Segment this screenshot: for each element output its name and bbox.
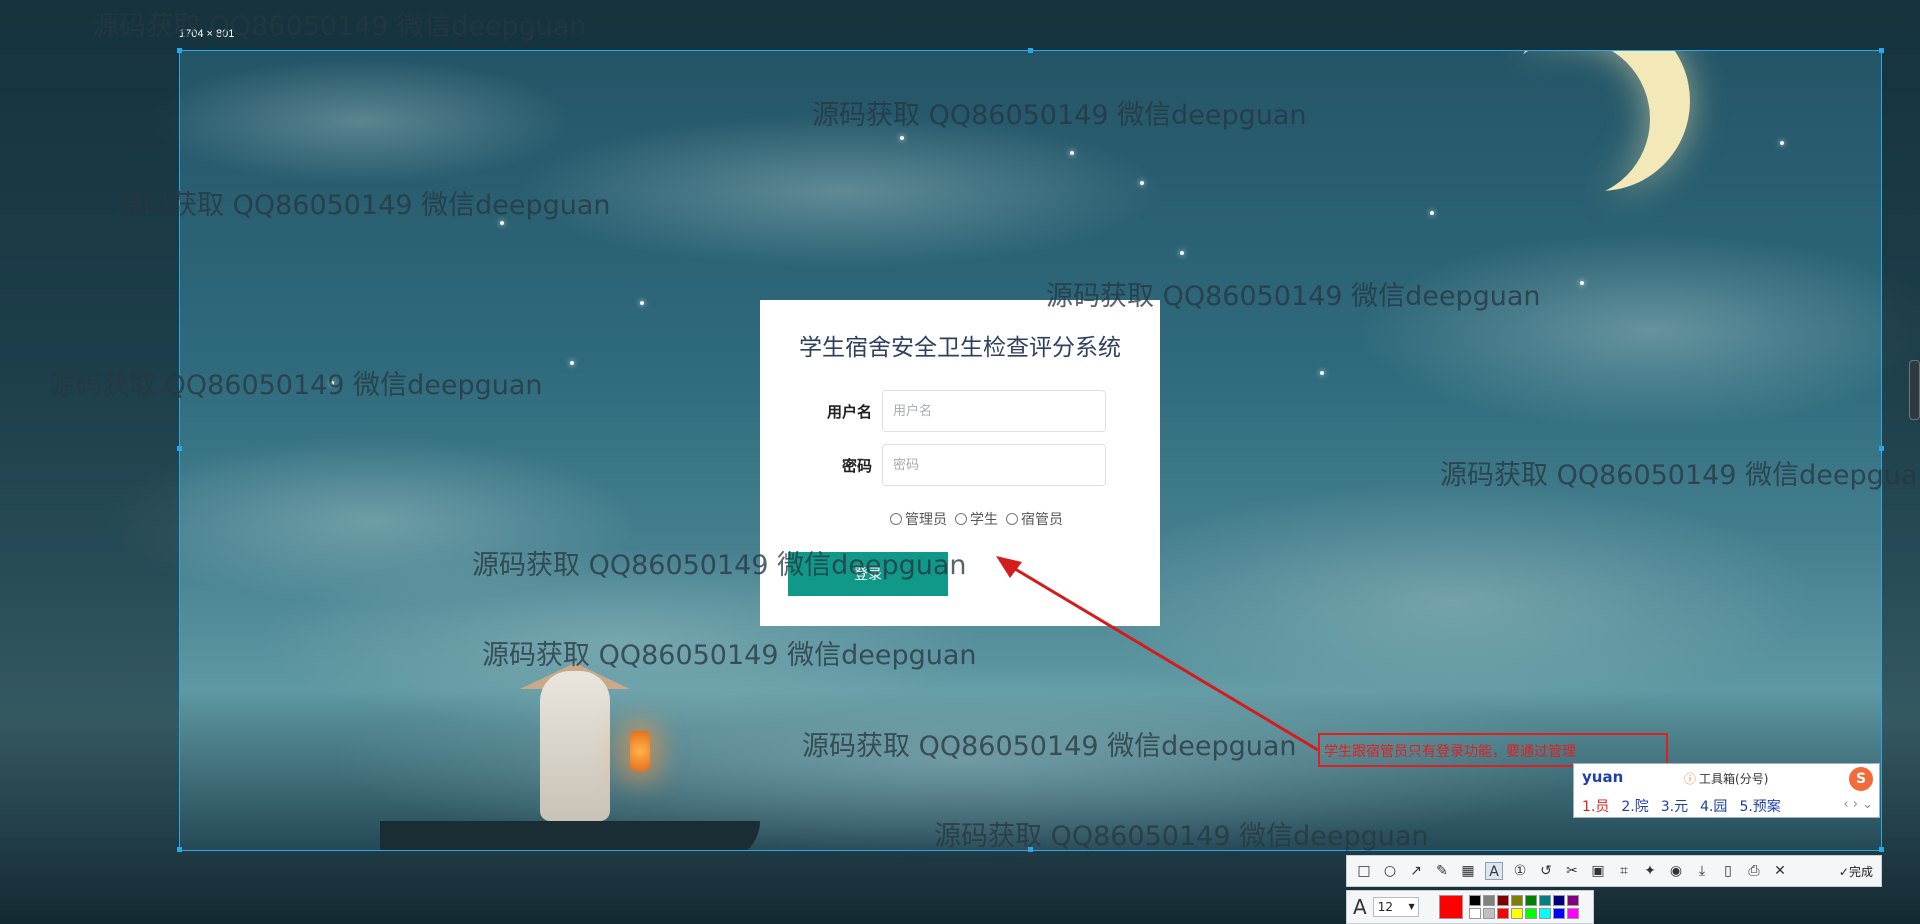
color-swatch[interactable] (1552, 908, 1565, 919)
rectangle-icon[interactable]: □ (1355, 862, 1373, 880)
arrow-icon[interactable]: ↗ (1407, 862, 1425, 880)
ime-candidate[interactable]: 4.园 (1700, 796, 1727, 816)
ime-page-nav[interactable]: ‹ › ⌄ (1843, 797, 1873, 812)
ime-candidate[interactable]: 5.预案 (1739, 796, 1780, 816)
download-icon[interactable]: ⤓ (1693, 862, 1711, 880)
ime-candidate-window: yuan ⓘ 工具箱(分号) S 1.员 2.院 3.元 4.园 5.预案 ‹ ›… (1573, 763, 1880, 818)
color-swatch[interactable] (1468, 908, 1481, 919)
color-swatch[interactable] (1538, 908, 1551, 919)
number-icon[interactable]: ① (1511, 862, 1529, 880)
pin2-icon[interactable]: ✦ (1641, 862, 1659, 880)
color-swatch[interactable] (1566, 908, 1579, 919)
color-swatch[interactable] (1482, 908, 1495, 919)
ime-candidate[interactable]: 2.院 (1621, 796, 1648, 816)
close-icon[interactable]: ✕ (1771, 862, 1789, 880)
save-icon[interactable]: ⎙ (1745, 862, 1763, 880)
text-style-toolbar: A 12 (1346, 890, 1594, 924)
mosaic-icon[interactable]: ▦ (1459, 862, 1477, 880)
color-swatch[interactable] (1566, 895, 1579, 906)
annotation-text-box[interactable]: 学生跟宿管员只有登录功能，要通过管理 (1318, 733, 1668, 767)
ocr-icon[interactable]: ▣ (1589, 862, 1607, 880)
color-swatch[interactable] (1524, 908, 1537, 919)
pin-icon[interactable]: ✂ (1563, 862, 1581, 880)
font-size-select[interactable]: 12 (1372, 897, 1419, 917)
chevron-right-icon[interactable]: › (1853, 797, 1858, 812)
current-color-swatch[interactable] (1438, 895, 1463, 919)
color-swatch[interactable] (1510, 895, 1523, 906)
done-button[interactable]: ✓完成 (1839, 863, 1873, 880)
color-swatch[interactable] (1552, 895, 1565, 906)
color-swatch[interactable] (1496, 908, 1509, 919)
chevron-left-icon[interactable]: ‹ (1843, 797, 1848, 812)
color-swatch[interactable] (1510, 908, 1523, 919)
phone-icon[interactable]: ▯ (1719, 862, 1737, 880)
text-icon[interactable]: A (1485, 862, 1503, 880)
check-icon: ✓ (1838, 864, 1849, 879)
ellipse-icon[interactable]: ○ (1381, 862, 1399, 880)
ime-composition: yuan (1582, 768, 1624, 786)
color-swatch[interactable] (1482, 895, 1495, 906)
info-icon: ⓘ (1684, 772, 1697, 786)
ime-candidate[interactable]: 1.员 (1582, 796, 1609, 816)
undo-icon[interactable]: ↺ (1537, 862, 1555, 880)
ime-logo-icon: S (1849, 767, 1873, 791)
color-swatch[interactable] (1524, 895, 1537, 906)
color-palette (1468, 895, 1579, 919)
ime-candidate[interactable]: 3.元 (1661, 796, 1688, 816)
pencil-icon[interactable]: ✎ (1433, 862, 1451, 880)
ime-toolbox-label: 工具箱(分号) (1699, 772, 1769, 786)
font-icon: A (1353, 895, 1367, 919)
ime-toolbox[interactable]: ⓘ 工具箱(分号) (1684, 770, 1768, 787)
capture-toolbar: □ ○ ↗ ✎ ▦ A ① ↺ ✂ ▣ ⌗ ✦ ◉ ⤓ ▯ ⎙ ✕ ✓完成 (1346, 855, 1882, 887)
color-swatch[interactable] (1538, 895, 1551, 906)
color-swatch[interactable] (1468, 895, 1481, 906)
capture-icon[interactable]: ⌗ (1615, 862, 1633, 880)
record-icon[interactable]: ◉ (1667, 862, 1685, 880)
color-swatch[interactable] (1496, 895, 1509, 906)
chevron-down-icon[interactable]: ⌄ (1862, 797, 1873, 812)
ime-candidate-list: 1.员 2.院 3.元 4.园 5.预案 (1582, 796, 1781, 816)
done-label: 完成 (1848, 864, 1873, 879)
scrollbar[interactable] (1909, 360, 1920, 420)
